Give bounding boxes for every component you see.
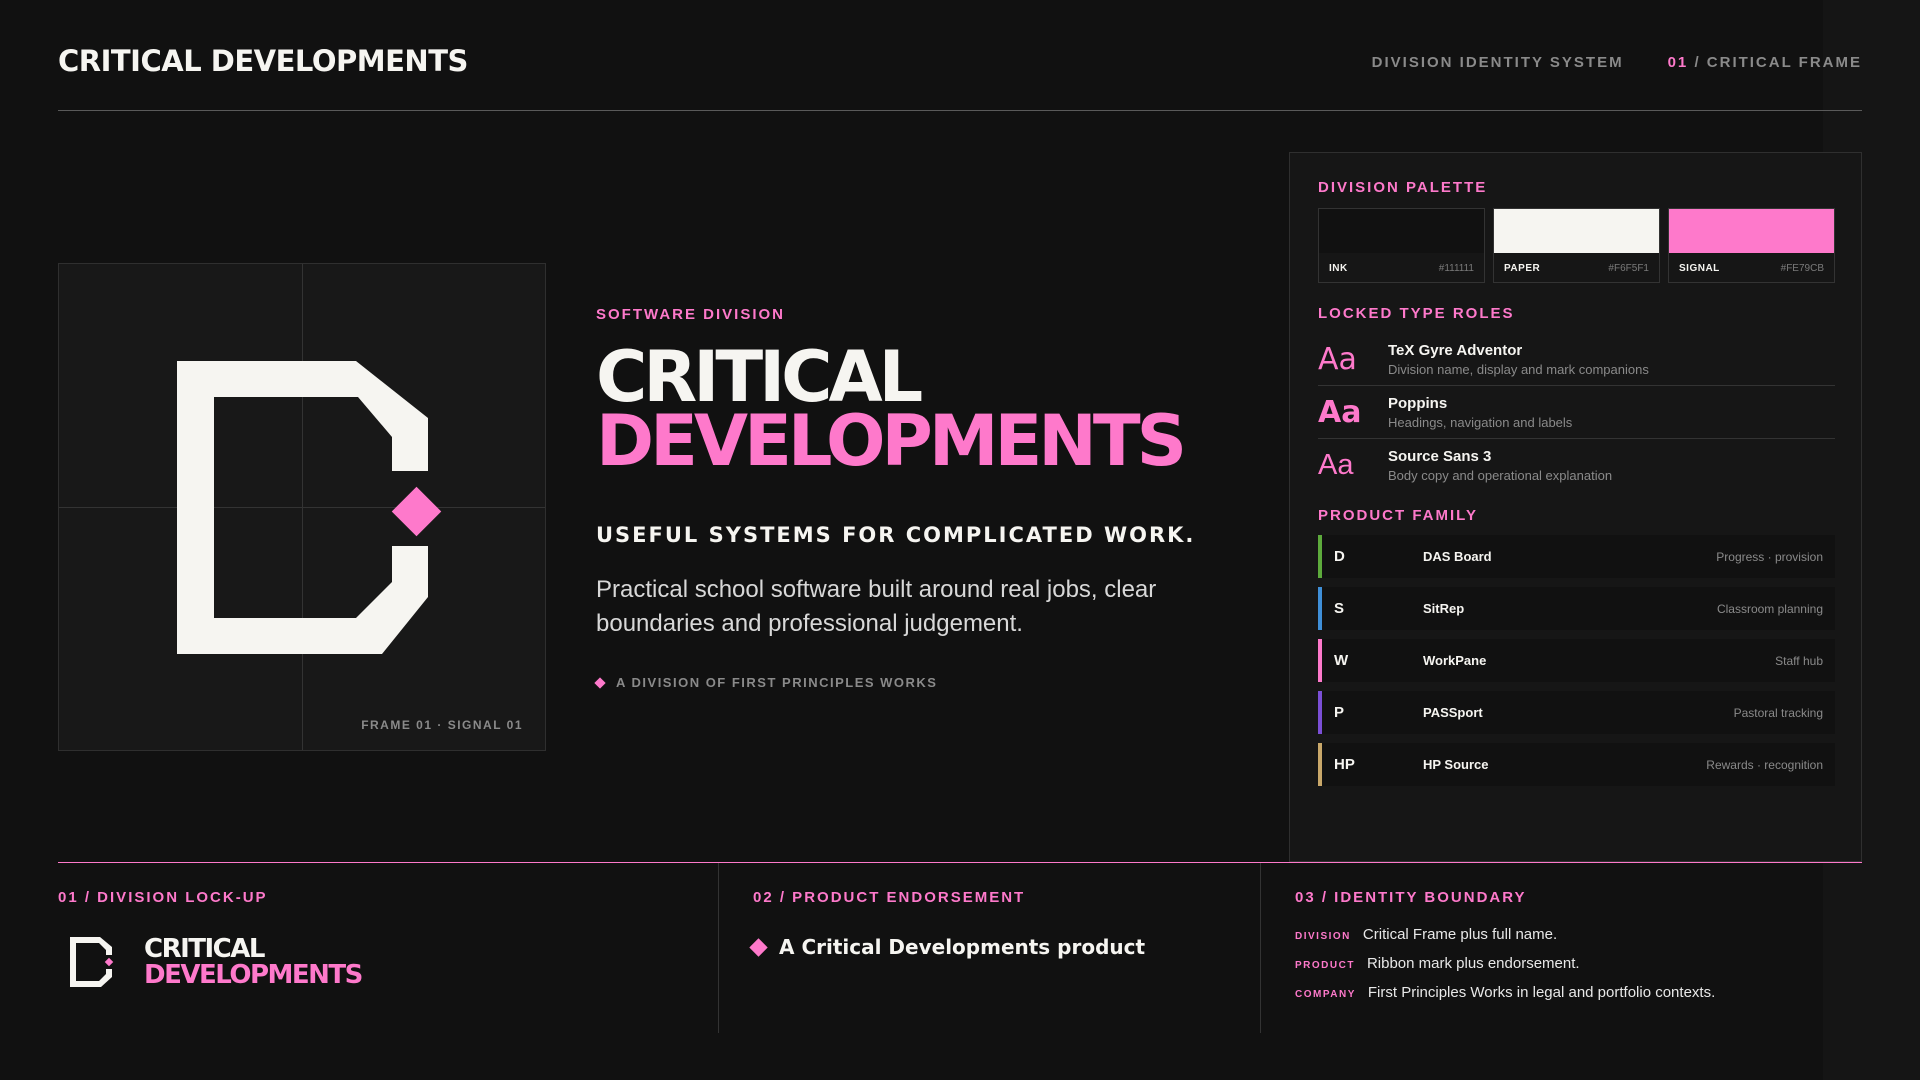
type-roles-heading: LOCKED TYPE ROLES — [1318, 305, 1515, 322]
type-desc: Body copy and operational explanation — [1388, 468, 1613, 483]
swatch-ink-chip — [1319, 209, 1484, 253]
type-name: TeX Gyre Adventor — [1388, 341, 1523, 359]
product-desc: Progress · provision — [1716, 549, 1823, 564]
product-item-sitrep: S SitRep Classroom planning — [1318, 587, 1835, 630]
column-divider — [1260, 863, 1261, 1033]
lockup-heading: 01 / DIVISION LOCK-UP — [58, 889, 268, 906]
boundary-label: DIVISION — [1295, 931, 1351, 942]
swatch-signal-chip — [1669, 209, 1834, 253]
division-lockup: CRITICAL DEVELOPMENTS — [68, 934, 363, 990]
products-heading: PRODUCT FAMILY — [1318, 507, 1478, 524]
product-name: PASSport — [1423, 705, 1483, 720]
type-name: Source Sans 3 — [1388, 448, 1492, 465]
top-meta: DIVISION IDENTITY SYSTEM 01 / CRITICAL F… — [1372, 54, 1862, 71]
product-letter: W — [1334, 652, 1349, 669]
endorse-heading: 02 / PRODUCT ENDORSEMENT — [753, 889, 1026, 906]
boundary-label: PRODUCT — [1295, 960, 1355, 971]
brand-title: CRITICAL DEVELOPMENTS — [58, 44, 468, 78]
frame-number: 01 — [1667, 54, 1689, 71]
swatch-signal: SIGNAL #FE79CB — [1668, 208, 1835, 283]
type-roles-list: Aa TeX Gyre Adventor Division name, disp… — [1318, 333, 1835, 492]
signal-diamond-icon — [391, 486, 442, 537]
division-of: A DIVISION OF FIRST PRINCIPLES WORKS — [594, 675, 1216, 690]
boundary-item: PRODUCT Ribbon mark plus endorsement. — [1295, 955, 1715, 984]
type-sample: Aa — [1318, 449, 1354, 481]
swatch-hex: #FE79CB — [1780, 263, 1824, 274]
product-item-passport: P PASSport Pastoral tracking — [1318, 691, 1835, 734]
division-of-text: A DIVISION OF FIRST PRINCIPLES WORKS — [616, 675, 938, 690]
product-desc: Classroom planning — [1716, 601, 1823, 616]
type-role-item: Aa TeX Gyre Adventor Division name, disp… — [1318, 333, 1835, 386]
swatch-name: PAPER — [1504, 263, 1541, 274]
boundary-heading: 03 / IDENTITY BOUNDARY — [1295, 889, 1527, 906]
type-role-item: Aa Source Sans 3 Body copy and operation… — [1318, 439, 1835, 492]
type-name: Poppins — [1388, 394, 1448, 412]
boundary-text: First Principles Works in legal and port… — [1367, 984, 1716, 1001]
product-letter: P — [1334, 704, 1345, 721]
product-item-hp-source: HP HP Source Rewards · recognition — [1318, 743, 1835, 786]
system-label: DIVISION IDENTITY SYSTEM — [1371, 54, 1624, 71]
lockup-name: CRITICAL DEVELOPMENTS — [144, 934, 363, 990]
diamond-icon — [749, 937, 768, 957]
product-item-das-board: D DAS Board Progress · provision — [1318, 535, 1835, 578]
product-name: SitRep — [1423, 601, 1465, 616]
lockup-name-line2: DEVELOPMENTS — [144, 960, 363, 990]
diamond-icon — [594, 676, 606, 689]
hero-eyebrow: SOFTWARE DIVISION — [596, 306, 786, 323]
frame-label: 01 / CRITICAL FRAME — [1668, 54, 1862, 71]
type-desc: Headings, navigation and labels — [1388, 414, 1573, 430]
product-name: WorkPane — [1423, 653, 1487, 668]
swatch-paper-chip — [1494, 209, 1659, 253]
swatch-ink: INK #111111 — [1318, 208, 1485, 283]
product-list: D DAS Board Progress · provision S SitRe… — [1318, 535, 1835, 795]
palette-heading: DIVISION PALETTE — [1318, 179, 1488, 196]
endorse-text: A Critical Developments product — [779, 935, 1146, 959]
boundary-label: COMPANY — [1295, 989, 1356, 1000]
boundary-text: Critical Frame plus full name. — [1362, 926, 1558, 943]
top-bar: CRITICAL DEVELOPMENTS DIVISION IDENTITY … — [58, 0, 1862, 111]
boundary-list: DIVISION Critical Frame plus full name. … — [1295, 926, 1715, 1013]
swatch-paper: PAPER #F6F5F1 — [1493, 208, 1660, 283]
swatch-hex: #F6F5F1 — [1608, 263, 1649, 274]
swatch-hex: #111111 — [1438, 263, 1474, 274]
frame-name: / CRITICAL FRAME — [1694, 54, 1862, 71]
lockup-name-line1: CRITICAL — [144, 934, 265, 964]
endorsement-section: 02 / PRODUCT ENDORSEMENT — [753, 889, 1025, 906]
product-desc: Pastoral tracking — [1733, 705, 1823, 720]
identity-panel: DIVISION PALETTE INK #111111 PAPER #F6F5… — [1289, 152, 1862, 862]
hero-name: CRITICAL DEVELOPMENTS — [596, 342, 1216, 482]
hero-name-line2: DEVELOPMENTS — [596, 400, 1187, 482]
type-sample: Aa — [1318, 394, 1362, 430]
bottom-divider — [58, 862, 1862, 863]
product-desc: Rewards · recognition — [1706, 757, 1823, 772]
hero-description: Practical school software built around r… — [596, 576, 1157, 637]
mark-panel: FRAME 01 · SIGNAL 01 — [58, 263, 546, 751]
type-sample: Aa — [1318, 341, 1357, 377]
d-frame-mark-icon — [177, 361, 442, 654]
boundary-text: Ribbon mark plus endorsement. — [1366, 955, 1580, 972]
hero-tagline: USEFUL SYSTEMS FOR COMPLICATED WORK. — [596, 523, 1196, 547]
boundary-item: DIVISION Critical Frame plus full name. — [1295, 926, 1715, 955]
column-divider — [718, 863, 719, 1033]
type-desc: Division name, display and mark companio… — [1388, 361, 1649, 377]
product-desc: Staff hub — [1775, 653, 1823, 668]
boundary-item: COMPANY First Principles Works in legal … — [1295, 984, 1715, 1013]
type-role-item: Aa Poppins Headings, navigation and labe… — [1318, 386, 1835, 439]
product-item-workpane: W WorkPane Staff hub — [1318, 639, 1835, 682]
swatch-name: INK — [1329, 263, 1348, 274]
product-letter: D — [1334, 548, 1345, 565]
product-letter: HP — [1334, 756, 1355, 773]
product-name: HP Source — [1423, 757, 1489, 772]
endorsement-line: A Critical Developments product — [749, 935, 1146, 959]
boundary-section: 03 / IDENTITY BOUNDARY — [1295, 889, 1527, 906]
lockup-section: 01 / DIVISION LOCK-UP — [58, 889, 268, 906]
mark-caption: FRAME 01 · SIGNAL 01 — [361, 718, 523, 732]
product-letter: S — [1334, 600, 1345, 617]
palette-swatches: INK #111111 PAPER #F6F5F1 SIGNAL #FE79CB — [1318, 208, 1835, 283]
hero: SOFTWARE DIVISION CRITICAL DEVELOPMENTS … — [594, 306, 1216, 690]
swatch-name: SIGNAL — [1679, 263, 1720, 274]
d-frame-mark-icon — [70, 937, 114, 987]
product-name: DAS Board — [1423, 549, 1492, 564]
